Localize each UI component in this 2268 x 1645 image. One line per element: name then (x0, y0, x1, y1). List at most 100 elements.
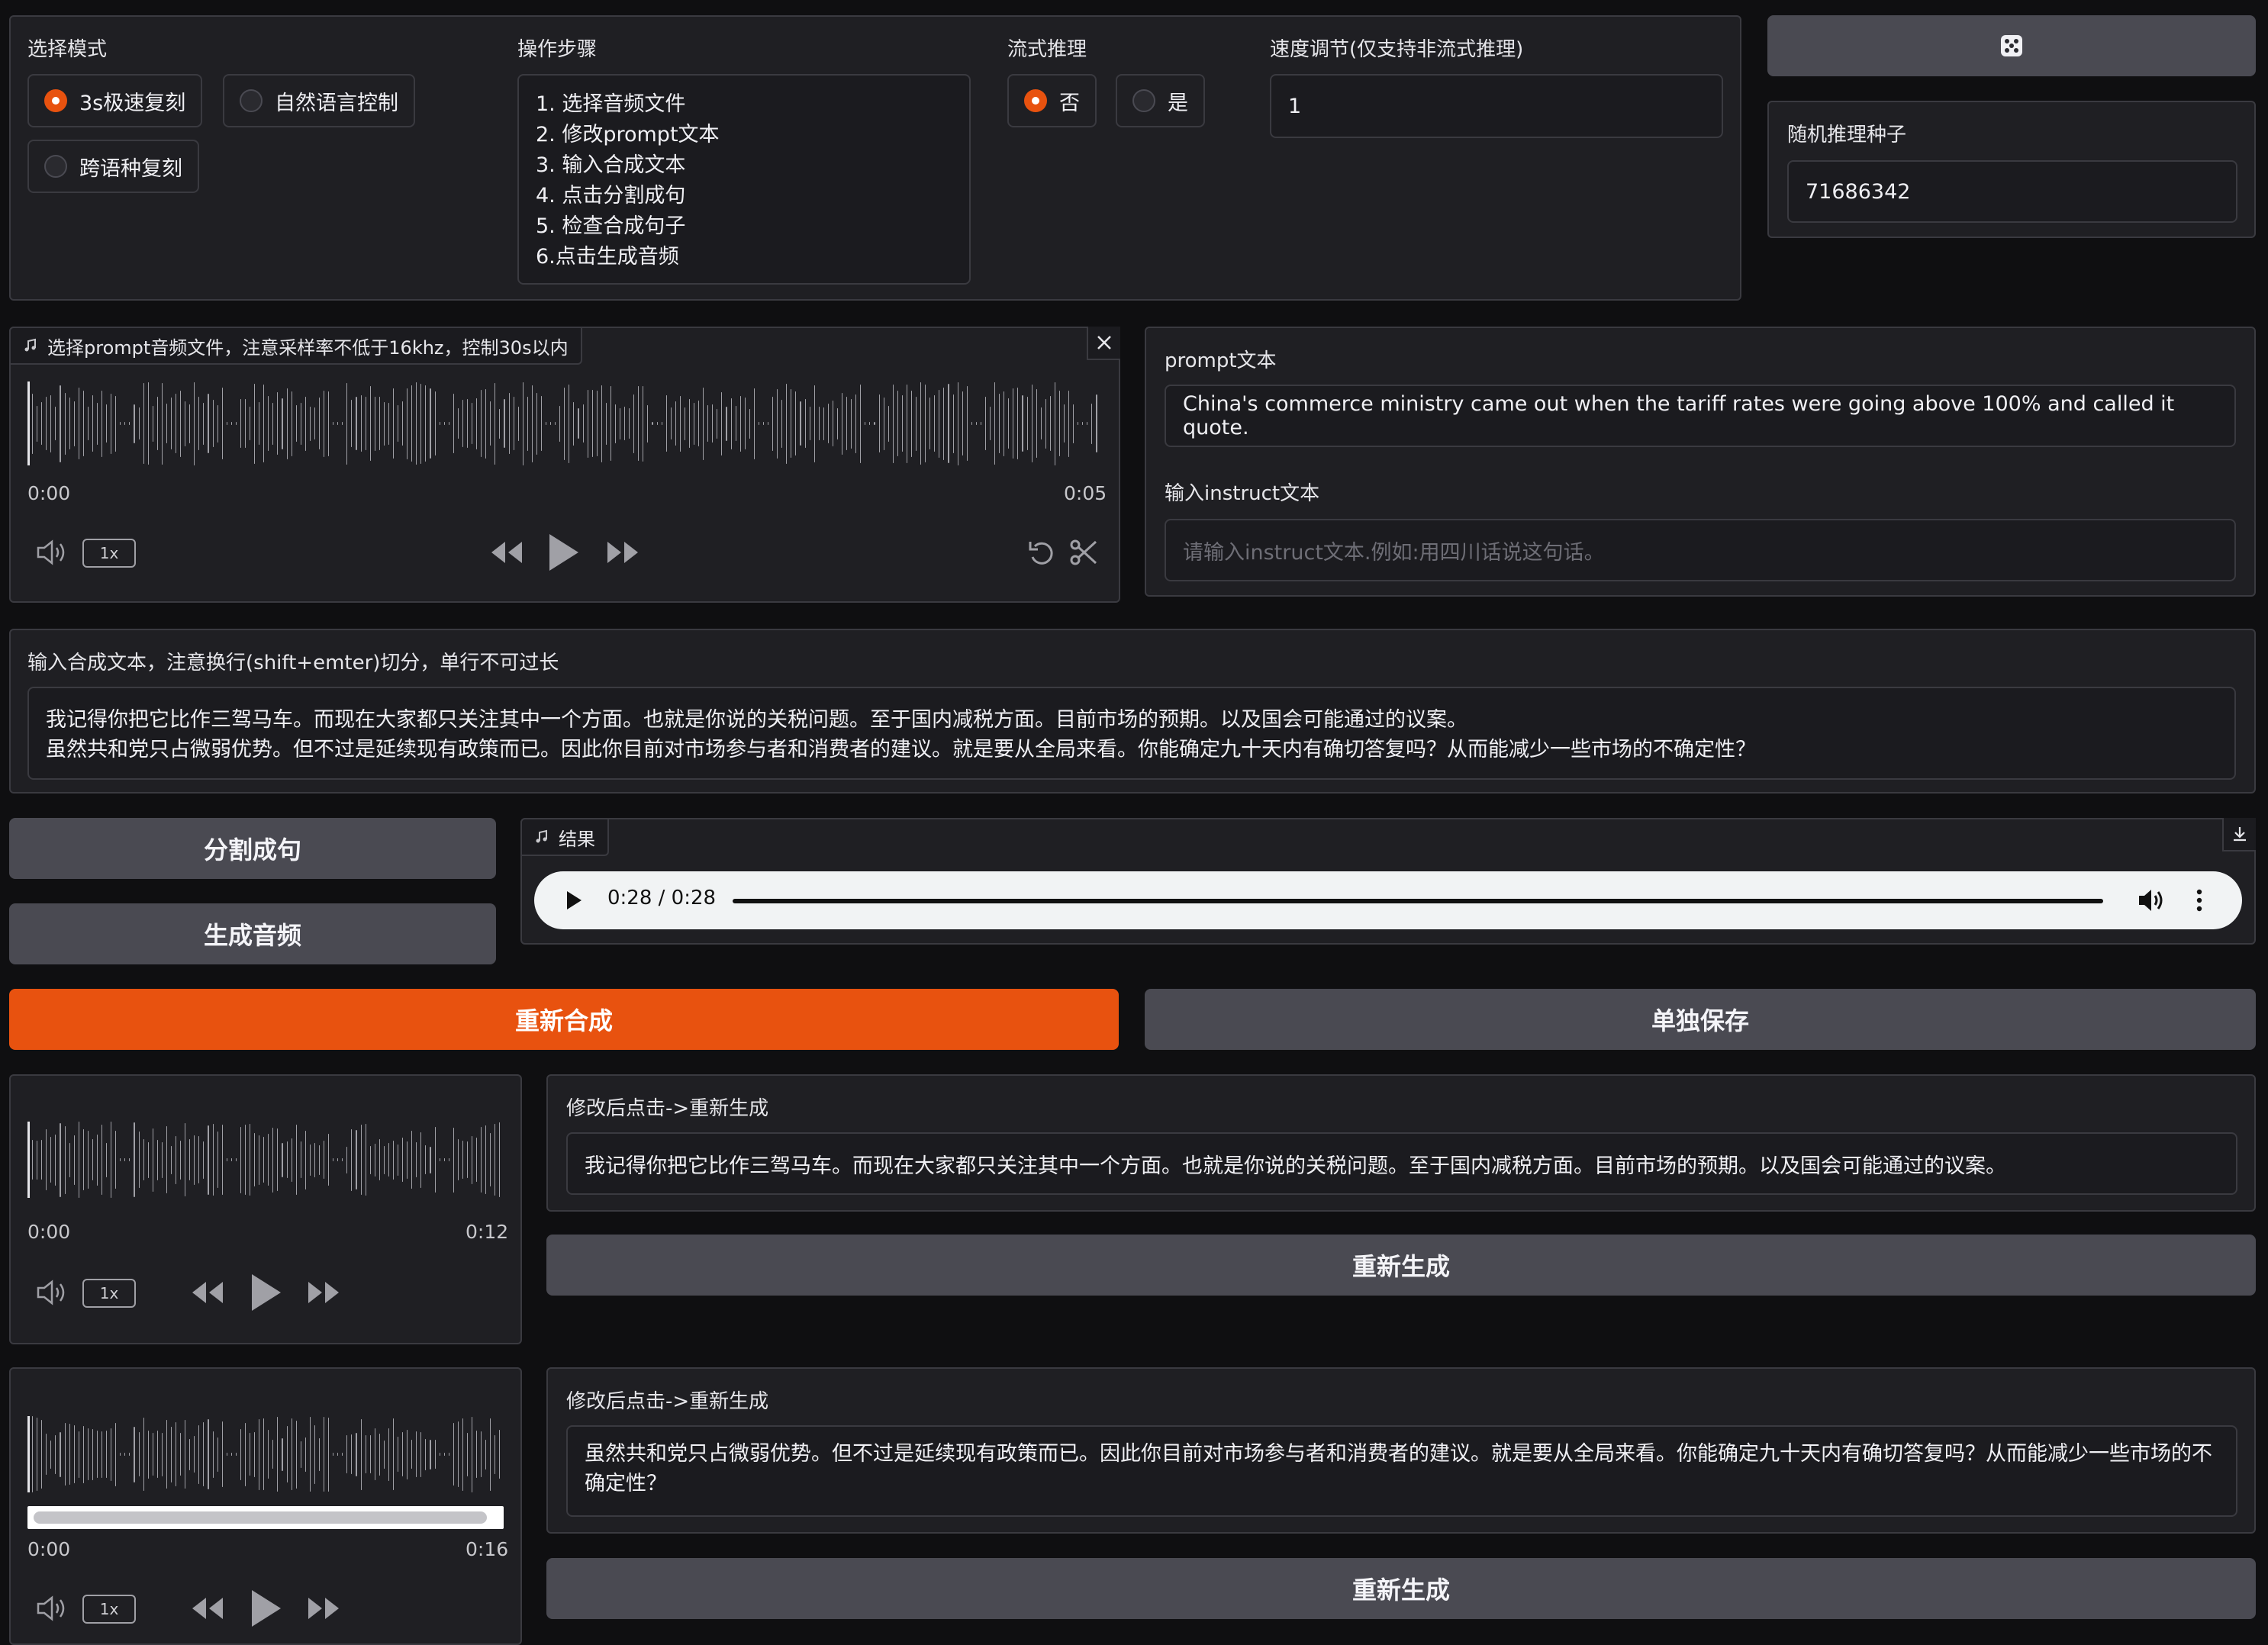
waveform-bar (41, 402, 43, 445)
fast-forward-icon[interactable] (305, 1595, 342, 1622)
waveform-bar (614, 404, 616, 443)
undo-icon[interactable] (1027, 537, 1058, 568)
waveform-bar (124, 1453, 126, 1456)
waveform-bar (161, 1432, 163, 1476)
stream-option-yes[interactable]: 是 (1116, 74, 1205, 127)
waveform-bar (170, 1145, 172, 1174)
waveform-bar (1064, 404, 1065, 443)
waveform-bar (170, 398, 172, 449)
trim-range-bar[interactable] (27, 1506, 504, 1529)
waveform-bar (1096, 394, 1097, 452)
waveform-bar (55, 1134, 56, 1186)
waveform-bar (952, 394, 954, 453)
playhead (27, 1416, 30, 1492)
waveform-bar (536, 392, 537, 455)
waveform-bar (46, 1434, 47, 1475)
waveform-bar (189, 1438, 191, 1470)
waveform-bar (457, 1421, 459, 1487)
scissors-icon[interactable] (1068, 537, 1099, 568)
waveform-bar (212, 1431, 214, 1478)
close-icon[interactable] (1087, 327, 1120, 360)
fast-forward-icon[interactable] (604, 539, 641, 566)
play-icon[interactable] (247, 1587, 284, 1630)
fast-forward-icon[interactable] (305, 1279, 342, 1306)
waveform-bar (221, 388, 223, 459)
rewind-icon[interactable] (189, 1595, 226, 1622)
waveform-bar (582, 404, 584, 443)
waveform-bar (309, 406, 311, 441)
waveform-bar (481, 1127, 482, 1193)
waveform-bar (1017, 388, 1019, 459)
stream-option-no[interactable]: 否 (1007, 74, 1097, 127)
speed-label: 速度调节(仅支持非流式推理) (1270, 38, 1524, 61)
prompt-text-input[interactable]: China's commerce ministry came out when … (1165, 385, 2236, 447)
synth-text-label: 输入合成文本，注意换行(shift+emter)切分，单行不可过长 (27, 652, 559, 674)
waveform-bar (411, 1440, 413, 1469)
speed-input[interactable]: 1 (1270, 74, 1723, 138)
synth-text-input[interactable]: 我记得你把它比作三驾马车。而现在大家都只关注其中一个方面。也就是你说的关税问题。… (27, 687, 2236, 780)
player-progress-track[interactable] (733, 899, 2103, 903)
segment-waveform[interactable] (27, 1416, 501, 1492)
playback-rate-button[interactable]: 1x (82, 539, 136, 568)
seed-value: 71686342 (1806, 179, 1911, 204)
resynthesize-button[interactable]: 重新合成 (9, 989, 1119, 1050)
waveform-bar (540, 396, 542, 451)
play-icon[interactable] (565, 890, 583, 911)
waveform-bar (744, 398, 746, 449)
waveform-bar (92, 1139, 93, 1180)
waveform-bar (416, 1142, 417, 1177)
volume-icon[interactable] (35, 1593, 69, 1624)
volume-icon[interactable] (35, 537, 69, 568)
waveform-bar (392, 1418, 394, 1490)
waveform-bar (425, 385, 427, 462)
start-time: 0:00 (27, 1221, 71, 1243)
waveform-bar (254, 1133, 256, 1186)
waveform-bar (106, 1142, 108, 1177)
save-separately-button[interactable]: 单独保存 (1145, 989, 2256, 1050)
waveform-bar (138, 1132, 140, 1188)
waveform-bar (203, 1422, 205, 1486)
split-sentences-button[interactable]: 分割成句 (9, 818, 496, 879)
waveform-bar (235, 1453, 237, 1456)
speaker-icon[interactable] (2137, 887, 2166, 914)
segment-text-label: 修改后点击->重新生成 (566, 1097, 769, 1120)
prompt-waveform[interactable] (27, 381, 1097, 465)
random-seed-button[interactable] (1767, 15, 2256, 76)
waveform-bar (143, 383, 144, 464)
waveform-bar (453, 1423, 454, 1486)
regenerate-button[interactable]: 重新生成 (546, 1235, 2256, 1296)
waveform-bar (916, 396, 917, 451)
waveform-bar (388, 1143, 389, 1177)
generate-audio-button[interactable]: 生成音频 (9, 903, 496, 964)
more-options-icon[interactable] (2195, 888, 2204, 913)
waveform-bar (466, 1432, 468, 1476)
play-icon[interactable] (247, 1271, 284, 1314)
segment-text-input[interactable]: 我记得你把它比作三驾马车。而现在大家都只关注其中一个方面。也就是你说的关税问题。… (566, 1132, 2237, 1195)
regenerate-button[interactable]: 重新生成 (546, 1558, 2256, 1619)
waveform-bar (712, 404, 714, 443)
segment-text-input[interactable]: 虽然共和党只占微弱优势。但不过是延续现有政策而已。因此你目前对市场参与者和消费者… (566, 1425, 2237, 1517)
waveform-bar (82, 1129, 84, 1190)
waveform-bar (360, 1418, 362, 1490)
segment-waveform[interactable] (27, 1122, 501, 1198)
rewind-icon[interactable] (189, 1279, 226, 1306)
waveform-bar (971, 422, 972, 425)
waveform-bar (129, 1158, 130, 1161)
rewind-icon[interactable] (488, 539, 525, 566)
mode-option-crosslingual[interactable]: 跨语种复刻 (27, 140, 199, 193)
download-icon[interactable] (2222, 818, 2256, 851)
waveform-bar (32, 1416, 34, 1492)
end-time: 0:16 (466, 1538, 509, 1560)
volume-icon[interactable] (35, 1277, 69, 1308)
playback-rate-button[interactable]: 1x (82, 1595, 136, 1624)
instruct-input[interactable]: 请输入instruct文本.例如:用四川话说这句话。 (1165, 519, 2236, 581)
mode-option-natural[interactable]: 自然语言控制 (223, 74, 415, 127)
playback-rate-button[interactable]: 1x (82, 1279, 136, 1308)
mode-option-3s[interactable]: 3s极速复刻 (27, 74, 203, 127)
waveform-bar (753, 388, 755, 459)
audio-player[interactable]: 0:28 / 0:28 (534, 871, 2242, 929)
result-label: 结果 (559, 828, 595, 850)
play-icon[interactable] (545, 531, 581, 574)
seed-input[interactable]: 71686342 (1787, 160, 2237, 223)
waveform-bar (217, 1132, 218, 1188)
